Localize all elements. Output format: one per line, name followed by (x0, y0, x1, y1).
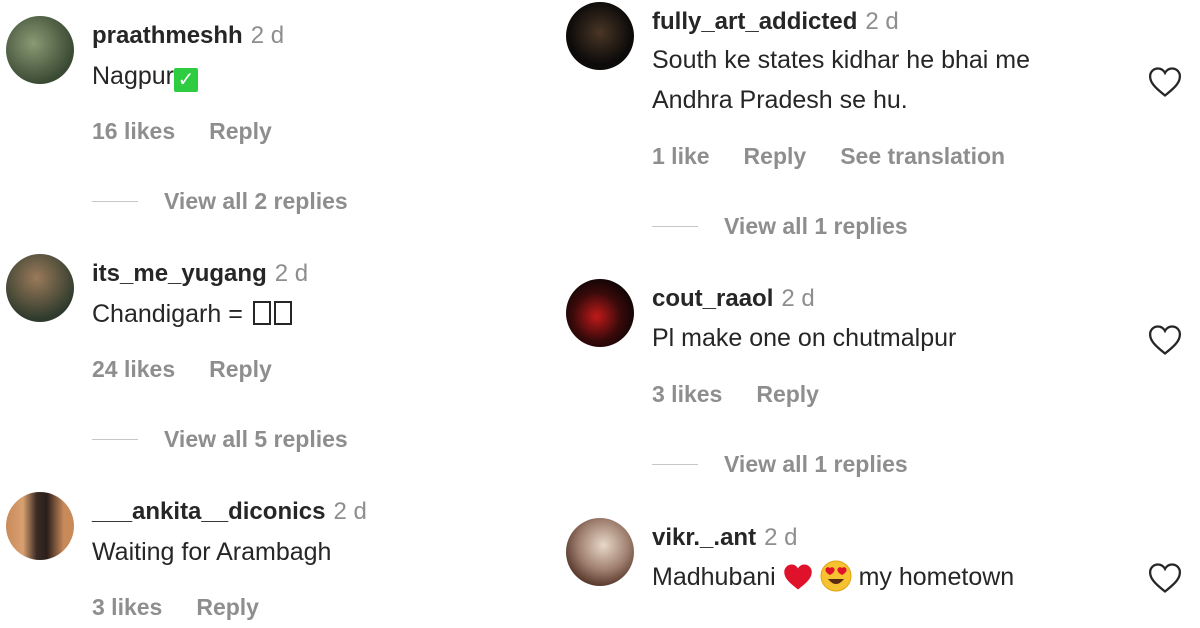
comment-actions: 24 likes Reply (92, 356, 306, 383)
comment-username[interactable]: vikr._.ant 2 d (652, 524, 797, 552)
replies-divider (652, 226, 698, 227)
avatar[interactable] (566, 279, 634, 347)
green-check-icon: ✓ (174, 68, 198, 92)
likes-count[interactable]: 1 like (652, 143, 710, 169)
comment-actions: 16 likes Reply (92, 118, 306, 145)
comment-time: 2 d (274, 260, 309, 287)
reply-button[interactable]: Reply (196, 594, 259, 620)
like-heart-icon[interactable] (1148, 66, 1182, 98)
comment-text: Waiting for Arambagh (92, 538, 332, 566)
comment-time: 2 d (764, 524, 798, 551)
see-translation-button[interactable]: See translation (840, 143, 1005, 169)
comment-username[interactable]: cout_raaol 2 d (652, 285, 815, 313)
avatar[interactable] (6, 254, 74, 322)
view-replies-button[interactable]: View all 5 replies (92, 426, 348, 453)
avatar[interactable] (6, 492, 74, 560)
comment-text: Nagpur ✓ (92, 58, 198, 94)
likes-count[interactable]: 3 likes (652, 381, 722, 407)
comment-text: Madhubani my hometown (652, 559, 1014, 595)
like-heart-icon[interactable] (1148, 562, 1182, 594)
view-replies-button[interactable]: View all 1 replies (652, 451, 908, 478)
view-replies-button[interactable]: View all 1 replies (652, 213, 908, 240)
reply-button[interactable]: Reply (209, 356, 272, 382)
comment-time: 2 d (250, 22, 285, 49)
comment-actions: 3 likes Reply (92, 594, 293, 621)
like-heart-icon[interactable] (1148, 324, 1182, 356)
comment-time: 2 d (333, 498, 367, 525)
comment-actions: 3 likes Reply (652, 381, 853, 408)
replies-divider (92, 439, 138, 440)
missing-glyph-icon (252, 301, 271, 325)
comment-username[interactable]: fully_art_addicted 2 d (652, 8, 899, 36)
reply-button[interactable]: Reply (756, 381, 819, 407)
likes-count[interactable]: 16 likes (92, 118, 175, 144)
red-heart-icon (783, 564, 812, 590)
reply-button[interactable]: Reply (744, 143, 807, 169)
likes-count[interactable]: 24 likes (92, 356, 175, 382)
reply-button[interactable]: Reply (209, 118, 272, 144)
comment-text: Pl make one on chutmalpur (652, 324, 957, 352)
comment-time: 2 d (865, 8, 899, 35)
comment-username[interactable]: praathmeshh 2 d (92, 22, 284, 50)
comment-time: 2 d (781, 285, 815, 312)
avatar[interactable] (566, 518, 634, 586)
heart-eyes-face-icon (820, 560, 852, 592)
likes-count[interactable]: 3 likes (92, 594, 162, 620)
comment-text-line-1: South ke states kidhar he bhai me (652, 46, 1031, 74)
view-replies-button[interactable]: View all 2 replies (92, 188, 348, 215)
replies-divider (92, 201, 138, 202)
comment-actions: 1 like Reply See translation (652, 143, 1039, 170)
missing-glyph-icon (273, 301, 292, 325)
replies-divider (652, 464, 698, 465)
comment-username[interactable]: ___ankita__diconics 2 d (92, 498, 367, 526)
avatar[interactable] (566, 2, 634, 70)
comment-username[interactable]: its_me_yugang 2 d (92, 260, 308, 288)
comment-text: Chandigarh = (92, 296, 292, 332)
avatar[interactable] (6, 16, 74, 84)
comment-text-line-2: Andhra Pradesh se hu. (652, 86, 908, 114)
